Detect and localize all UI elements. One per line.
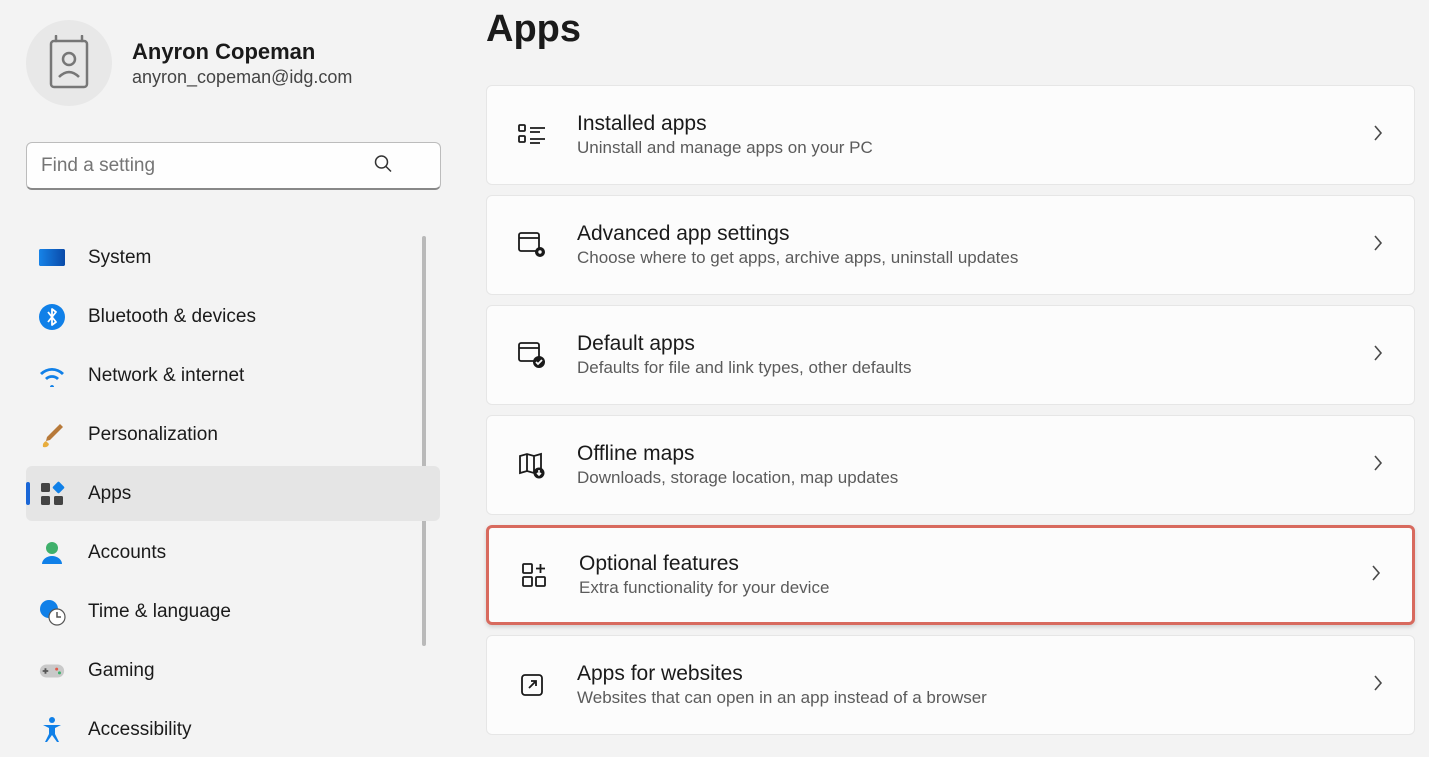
card-desc: Uninstall and manage apps on your PC (577, 138, 1342, 158)
chevron-right-icon (1372, 233, 1384, 258)
card-installed-apps[interactable]: Installed apps Uninstall and manage apps… (486, 85, 1415, 185)
card-text: Installed apps Uninstall and manage apps… (577, 112, 1342, 158)
sidebar: Anyron Copeman anyron_copeman@idg.com Sy… (0, 0, 460, 749)
profile-block[interactable]: Anyron Copeman anyron_copeman@idg.com (26, 12, 440, 106)
apps-icon (38, 480, 66, 508)
profile-text: Anyron Copeman anyron_copeman@idg.com (132, 39, 352, 88)
nav-label: Bluetooth & devices (88, 306, 256, 328)
page-title: Apps (486, 8, 1415, 51)
accounts-icon (38, 539, 66, 567)
nav-label: Personalization (88, 424, 218, 446)
window-check-icon (517, 340, 547, 370)
chevron-right-icon (1372, 673, 1384, 698)
paintbrush-icon (38, 421, 66, 449)
card-desc: Downloads, storage location, map updates (577, 468, 1342, 488)
nav-label: Accounts (88, 542, 166, 564)
card-advanced-settings[interactable]: Advanced app settings Choose where to ge… (486, 195, 1415, 295)
list-icon (517, 120, 547, 150)
card-apps-for-websites[interactable]: Apps for websites Websites that can open… (486, 635, 1415, 735)
main-content: Apps Installed apps Uninstall and manage… (460, 0, 1429, 749)
nav-item-system[interactable]: System (26, 230, 440, 285)
chevron-right-icon (1372, 123, 1384, 148)
card-optional-features[interactable]: Optional features Extra functionality fo… (486, 525, 1415, 625)
system-icon (38, 244, 66, 272)
grid-plus-icon (519, 560, 549, 590)
nav-item-apps[interactable]: Apps (26, 466, 440, 521)
nav-label: System (88, 247, 151, 269)
nav-label: Gaming (88, 660, 155, 682)
card-desc: Extra functionality for your device (579, 578, 1340, 598)
nav-label: Network & internet (88, 365, 244, 387)
card-default-apps[interactable]: Default apps Defaults for file and link … (486, 305, 1415, 405)
nav-label: Apps (88, 483, 131, 505)
gamepad-icon (38, 657, 66, 685)
map-download-icon (517, 450, 547, 480)
card-title: Default apps (577, 332, 1342, 356)
card-text: Apps for websites Websites that can open… (577, 662, 1342, 708)
nav-list: System Bluetooth & devices Network & int… (26, 230, 440, 757)
card-text: Default apps Defaults for file and link … (577, 332, 1342, 378)
nav-label: Accessibility (88, 719, 191, 741)
external-link-icon (517, 670, 547, 700)
profile-name: Anyron Copeman (132, 39, 352, 65)
card-text: Advanced app settings Choose where to ge… (577, 222, 1342, 268)
nav-item-accounts[interactable]: Accounts (26, 525, 440, 580)
card-title: Installed apps (577, 112, 1342, 136)
nav-item-network[interactable]: Network & internet (26, 348, 440, 403)
card-title: Apps for websites (577, 662, 1342, 686)
chevron-right-icon (1372, 343, 1384, 368)
card-offline-maps[interactable]: Offline maps Downloads, storage location… (486, 415, 1415, 515)
app-gear-icon (517, 230, 547, 260)
nav-label: Time & language (88, 601, 231, 623)
settings-cards: Installed apps Uninstall and manage apps… (486, 85, 1415, 735)
card-desc: Choose where to get apps, archive apps, … (577, 248, 1342, 268)
nav-item-bluetooth[interactable]: Bluetooth & devices (26, 289, 440, 344)
nav-item-personalization[interactable]: Personalization (26, 407, 440, 462)
card-desc: Websites that can open in an app instead… (577, 688, 1342, 708)
clock-globe-icon (38, 598, 66, 626)
bluetooth-icon (38, 303, 66, 331)
card-title: Optional features (579, 552, 1340, 576)
profile-email: anyron_copeman@idg.com (132, 67, 352, 88)
avatar (26, 20, 112, 106)
accessibility-icon (38, 716, 66, 744)
chevron-right-icon (1370, 563, 1382, 588)
chevron-right-icon (1372, 453, 1384, 478)
search-icon[interactable] (374, 155, 392, 178)
nav-item-time[interactable]: Time & language (26, 584, 440, 639)
card-title: Advanced app settings (577, 222, 1342, 246)
card-desc: Defaults for file and link types, other … (577, 358, 1342, 378)
nav-item-gaming[interactable]: Gaming (26, 643, 440, 698)
wifi-icon (38, 362, 66, 390)
search-wrapper (26, 142, 440, 190)
card-text: Optional features Extra functionality fo… (579, 552, 1340, 598)
card-title: Offline maps (577, 442, 1342, 466)
card-text: Offline maps Downloads, storage location… (577, 442, 1342, 488)
